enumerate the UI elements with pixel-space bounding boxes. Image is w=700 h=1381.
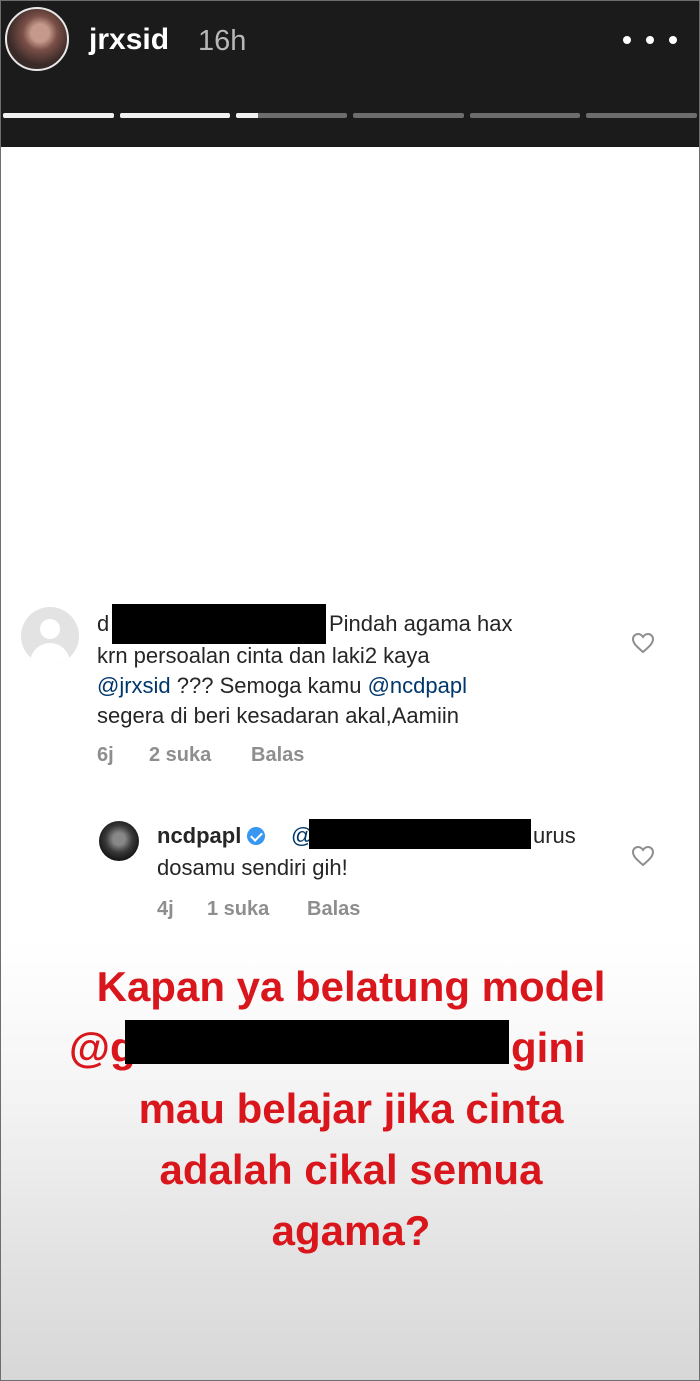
- reply-button[interactable]: Balas: [251, 744, 304, 767]
- comment-time: 6j: [97, 744, 114, 766]
- progress-segment: [586, 113, 698, 118]
- redaction-bar: [125, 1020, 509, 1064]
- reply-username-row: ncdpapl: [157, 821, 266, 851]
- story-time: 16h: [198, 25, 247, 57]
- comment-likes[interactable]: 2 suka: [149, 744, 211, 767]
- progress-segment: [236, 113, 348, 118]
- reply-avatar[interactable]: [99, 821, 139, 861]
- story-username[interactable]: jrxsid: [89, 23, 169, 57]
- progress-segment: [469, 113, 581, 118]
- story-frame: jrxsid 16h d Pindah agama hax krn persoa…: [0, 0, 700, 1381]
- story-caption: Kapan ya belatung model @g gini mau bela…: [31, 956, 671, 1261]
- redaction-bar: [112, 604, 326, 644]
- progress-segment: [353, 113, 464, 118]
- reply-username[interactable]: ncdpapl: [157, 823, 241, 848]
- caption-line4: adalah cikal semua: [159, 1146, 543, 1193]
- redaction-bar: [309, 819, 531, 849]
- more-options-icon[interactable]: [623, 27, 677, 53]
- reply-text-line2: dosamu sendiri gih!: [157, 855, 348, 880]
- profile-avatar[interactable]: [5, 7, 69, 71]
- caption-line3: mau belajar jika cinta: [138, 1085, 564, 1132]
- caption-line5: agama?: [271, 1207, 431, 1254]
- mention-link[interactable]: @ncdpapl: [368, 673, 467, 698]
- reply-likes[interactable]: 1 suka: [207, 898, 269, 921]
- heart-icon[interactable]: [631, 845, 655, 867]
- comment-text-line2: krn persoalan cinta dan laki2 kaya: [97, 643, 430, 668]
- heart-icon[interactable]: [631, 632, 655, 654]
- comment-text-line3: @jrxsid ??? Semoga kamu @ncdpapl: [97, 673, 467, 698]
- comment-username-initial[interactable]: d: [97, 609, 109, 639]
- comment-text-line1: Pindah agama hax: [329, 611, 513, 636]
- comment-text-line4: segera di beri kesadaran akal,Aamiin: [97, 703, 459, 728]
- caption-line1: Kapan ya belatung model: [96, 963, 606, 1010]
- progress-segment: [3, 113, 114, 118]
- mention-link[interactable]: @jrxsid: [97, 673, 171, 698]
- comment-avatar-placeholder[interactable]: [21, 607, 79, 665]
- story-progress-bar: [3, 113, 698, 118]
- reply-text-line1: urus: [533, 823, 576, 848]
- reply-reply-button[interactable]: Balas: [307, 898, 360, 921]
- verified-badge-icon: [247, 827, 266, 845]
- story-header: jrxsid 16h: [1, 1, 699, 147]
- progress-segment: [119, 113, 231, 118]
- reply-time: 4j: [157, 898, 174, 920]
